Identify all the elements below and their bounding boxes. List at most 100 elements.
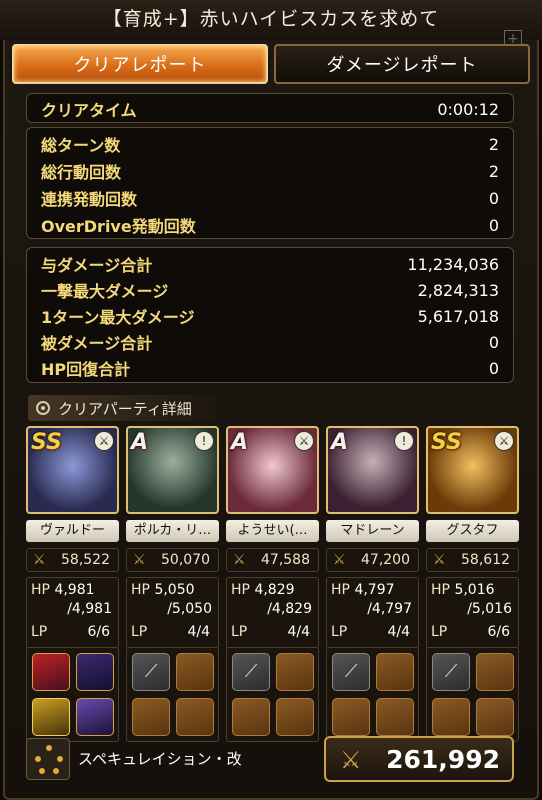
weapon-icon: ⟋ xyxy=(144,661,158,682)
count-row: 総ターン数 2 xyxy=(41,131,499,157)
hp-label: HP xyxy=(31,582,50,598)
count-row: OverDrive発動回数 0 xyxy=(41,212,499,238)
equip-slot[interactable] xyxy=(276,698,314,736)
equip-slot[interactable] xyxy=(232,698,270,736)
equipment-grid: ⟋ xyxy=(326,647,419,742)
count-value: 2 xyxy=(488,134,499,154)
unit-power: ⚔ 47,588 xyxy=(226,548,319,572)
lp-label: LP xyxy=(131,624,148,640)
page-title: 【育成+】赤いハイビスカスを求めて xyxy=(0,0,542,40)
equip-slot[interactable] xyxy=(176,653,214,691)
equip-slot[interactable] xyxy=(132,698,170,736)
damage-row: 与ダメージ合計 11,234,036 xyxy=(41,251,499,277)
weapon-slot[interactable]: ⟋ xyxy=(332,653,370,691)
party-detail-header[interactable]: クリアパーティ詳細 xyxy=(28,395,218,421)
damage-value: 0 xyxy=(488,358,499,378)
sword-icon: ⚔ xyxy=(333,552,346,568)
count-value: 0 xyxy=(488,188,499,208)
clear-time-value: 0:00:12 xyxy=(437,99,499,119)
weapon-icon: ⟋ xyxy=(244,661,258,682)
unit-portrait[interactable]: A ! xyxy=(126,426,219,514)
rank-badge: A xyxy=(231,430,249,455)
gear-icon xyxy=(36,401,50,415)
report-tabs: クリアレポート ダメージレポート xyxy=(12,44,530,86)
equipment-grid: ⟋ xyxy=(226,647,319,742)
unit-power-value: 50,070 xyxy=(161,552,210,568)
total-power-value: 261,992 xyxy=(386,744,500,774)
clear-time-panel: クリアタイム 0:00:12 xyxy=(26,93,514,123)
damage-panel: 与ダメージ合計 11,234,036 一撃最大ダメージ 2,824,313 1ターン… xyxy=(26,247,514,383)
formation-icon[interactable] xyxy=(26,738,70,780)
tab-damage-report[interactable]: ダメージレポート xyxy=(274,44,530,84)
damage-label: 与ダメージ合計 xyxy=(41,256,153,275)
unit-power-value: 47,588 xyxy=(261,552,310,568)
lp-label: LP xyxy=(31,624,48,640)
unit-stats: HP 5,050 /5,050 LP 4/4 xyxy=(126,577,219,649)
sword-icon: ⚔ xyxy=(433,552,446,568)
rank-badge: A xyxy=(131,430,149,455)
equip-slot[interactable] xyxy=(32,698,70,736)
hp-label: HP xyxy=(231,582,250,598)
unit-hp-max: /4,981 xyxy=(67,601,112,617)
sword-icon: ⚔ xyxy=(233,552,246,568)
equip-slot[interactable] xyxy=(176,698,214,736)
hp-value: 4,829 xyxy=(254,582,295,598)
weapon-type-icon: ⚔ xyxy=(294,431,314,451)
equip-slot[interactable] xyxy=(76,698,114,736)
equip-slot[interactable] xyxy=(76,653,114,691)
weapon-slot[interactable]: ⟋ xyxy=(432,653,470,691)
hp-value: 5,016 xyxy=(454,582,495,598)
equip-slot[interactable] xyxy=(476,653,514,691)
equip-slot[interactable] xyxy=(476,698,514,736)
tab-clear-report[interactable]: クリアレポート xyxy=(12,44,268,84)
count-label: 総ターン数 xyxy=(41,136,121,155)
weapon-icon: ⟋ xyxy=(444,661,458,682)
unit-hp-max: /5,050 xyxy=(167,601,212,617)
damage-label: 1ターン最大ダメージ xyxy=(41,308,195,327)
formation-bar: スペキュレイション・改 ⚔ 261,992 xyxy=(26,736,514,782)
equipment-grid: ⟋ xyxy=(426,647,519,742)
sword-icon: ⚔ xyxy=(133,552,146,568)
unit-name: マドレーン xyxy=(326,520,419,542)
unit-name: ようせい(… xyxy=(226,520,319,542)
formation-name: スペキュレイション・改 xyxy=(78,750,242,768)
count-value: 0 xyxy=(488,215,499,235)
weapon-type-icon: ! xyxy=(194,431,214,451)
unit-portrait[interactable]: SS ⚔ xyxy=(26,426,119,514)
unit-stats: HP 4,797 /4,797 LP 4/4 xyxy=(326,577,419,649)
unit-portrait[interactable]: A ! xyxy=(326,426,419,514)
unit-hp: HP 4,981 xyxy=(31,582,95,598)
unit-hp: HP 5,050 xyxy=(131,582,195,598)
unit-portrait[interactable]: A ⚔ xyxy=(226,426,319,514)
equip-slot[interactable] xyxy=(32,653,70,691)
rank-badge: A xyxy=(331,430,349,455)
clear-time-label: クリアタイム xyxy=(41,101,137,120)
equip-slot[interactable] xyxy=(376,653,414,691)
damage-row: 1ターン最大ダメージ 5,617,018 xyxy=(41,303,499,329)
weapon-slot[interactable]: ⟋ xyxy=(232,653,270,691)
damage-value: 0 xyxy=(488,332,499,352)
unit-power-value: 58,522 xyxy=(61,552,110,568)
equip-slot[interactable] xyxy=(276,653,314,691)
equip-slot[interactable] xyxy=(432,698,470,736)
equip-slot[interactable] xyxy=(332,698,370,736)
unit-stats: HP 4,981 /4,981 LP 6/6 xyxy=(26,577,119,649)
sword-icon: ⚔ xyxy=(33,552,46,568)
damage-label: HP回復合計 xyxy=(41,360,131,379)
unit-portrait[interactable]: SS ⚔ xyxy=(426,426,519,514)
count-row: 総行動回数 2 xyxy=(41,158,499,184)
unit-name: ヴァルドー xyxy=(26,520,119,542)
lp-label: LP xyxy=(231,624,248,640)
equip-slot[interactable] xyxy=(376,698,414,736)
damage-row: 一撃最大ダメージ 2,824,313 xyxy=(41,277,499,303)
unit-lp: 6/6 xyxy=(87,624,110,640)
hp-value: 4,797 xyxy=(354,582,395,598)
unit-lp: 4/4 xyxy=(387,624,410,640)
damage-row: 被ダメージ合計 0 xyxy=(41,329,499,355)
count-label: 連携発動回数 xyxy=(41,190,138,209)
weapon-slot[interactable]: ⟋ xyxy=(132,653,170,691)
weapon-type-icon: ! xyxy=(394,431,414,451)
hp-value: 4,981 xyxy=(54,582,95,598)
crossed-swords-icon: ⚔ xyxy=(340,746,362,774)
counts-panel: 総ターン数 2 総行動回数 2 連携発動回数 0 OverDrive発動回数 0 xyxy=(26,127,514,239)
